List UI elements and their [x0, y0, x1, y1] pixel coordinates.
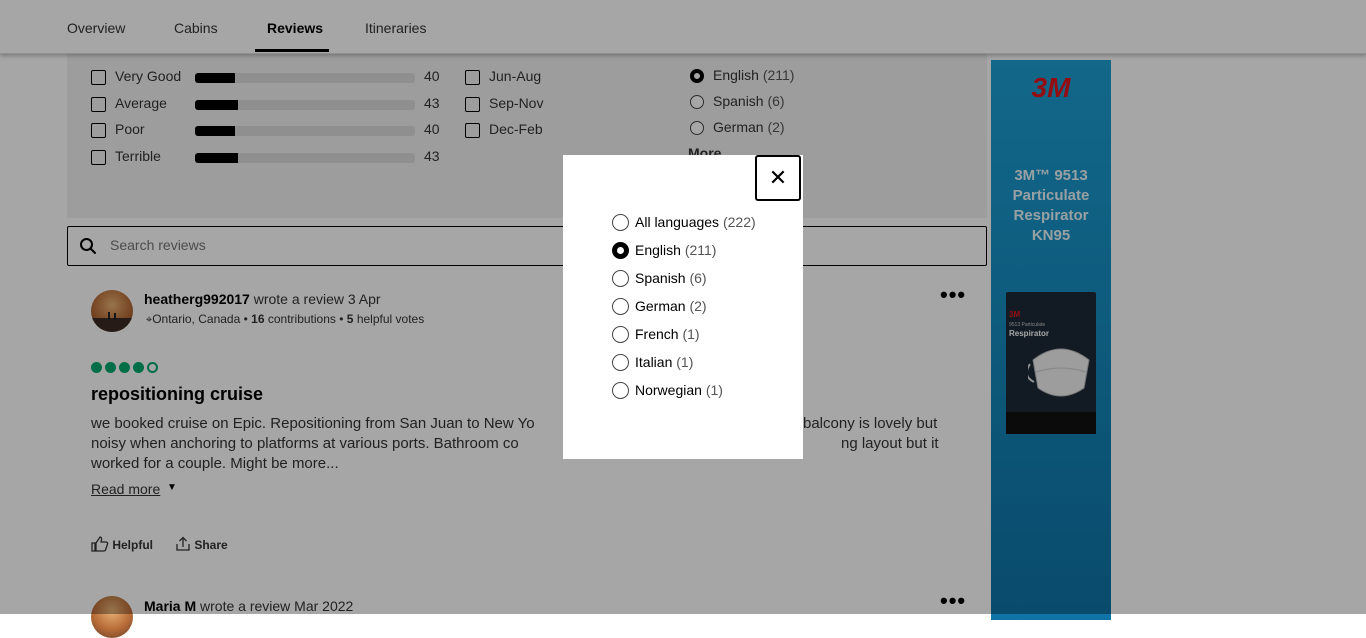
language-count: (211): [684, 242, 717, 258]
language-option-label: Italian (1): [635, 354, 693, 374]
language-radio[interactable]: [612, 382, 629, 399]
language-name: Norwegian: [635, 382, 702, 398]
close-button[interactable]: ✕: [755, 155, 801, 201]
language-radio[interactable]: [612, 214, 629, 231]
language-option-label: German (2): [635, 298, 707, 318]
language-count: (1): [676, 354, 694, 370]
language-count: (2): [689, 298, 707, 314]
close-icon: ✕: [768, 165, 788, 190]
language-option-label: English (211): [635, 242, 716, 262]
language-name: English: [635, 242, 681, 258]
language-option-label: All languages (222): [635, 214, 756, 234]
language-name: German: [635, 298, 686, 314]
language-modal: ✕ All languages (222) English (211) Spanis…: [563, 155, 803, 459]
language-radio[interactable]: [612, 354, 629, 371]
language-count: (1): [705, 382, 723, 398]
language-count: (6): [689, 270, 707, 286]
language-radio[interactable]: [612, 270, 629, 287]
language-name: All languages: [635, 214, 720, 230]
language-option-label: French (1): [635, 326, 700, 346]
language-radio[interactable]: [612, 298, 629, 315]
language-count: (1): [682, 326, 700, 342]
language-name: Spanish: [635, 270, 686, 286]
language-name: French: [635, 326, 679, 342]
language-name: Italian: [635, 354, 673, 370]
language-option-label: Spanish (6): [635, 270, 707, 290]
language-radio[interactable]: [612, 242, 629, 259]
language-count: (222): [722, 214, 756, 230]
language-radio[interactable]: [612, 326, 629, 343]
language-option-label: Norwegian (1): [635, 382, 723, 402]
page: Overview Cabins Reviews Itineraries Very…: [0, 0, 1366, 638]
